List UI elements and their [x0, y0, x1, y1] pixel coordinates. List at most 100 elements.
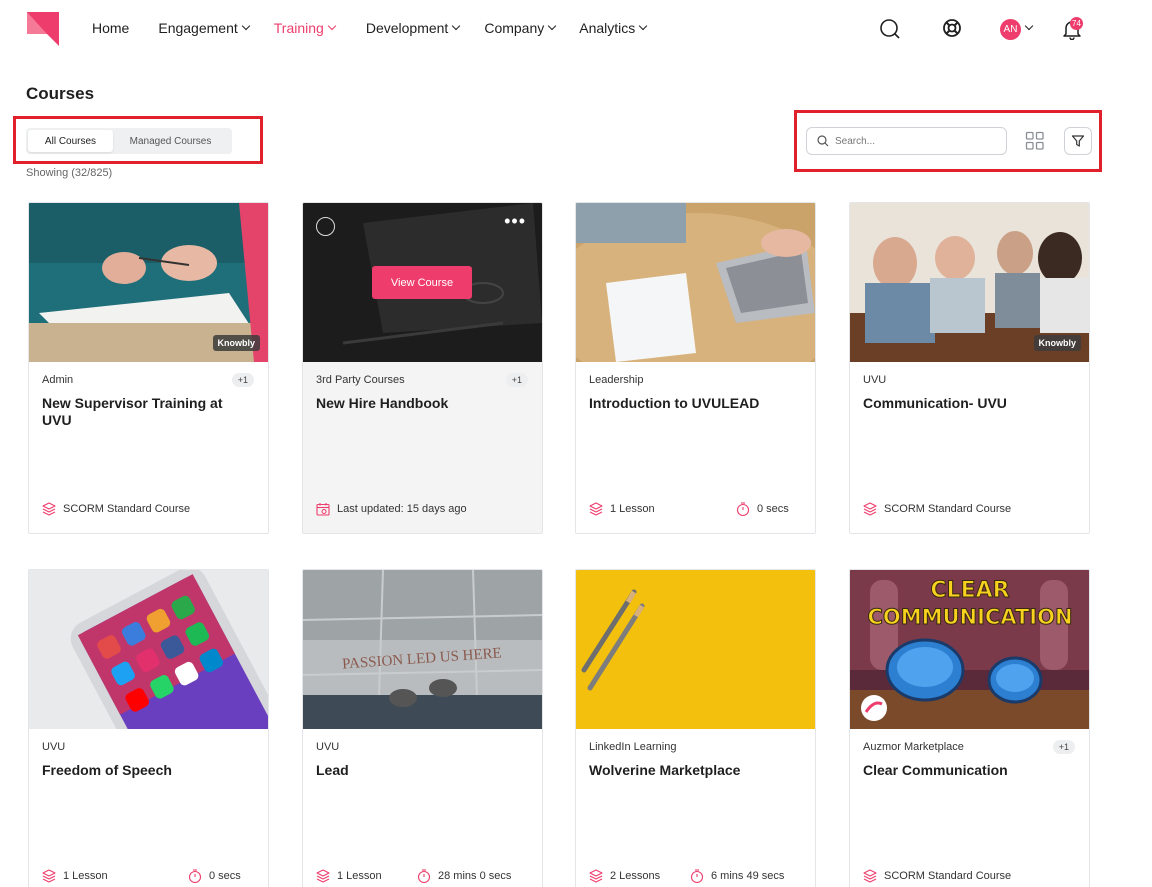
more-options-icon[interactable]: •••	[504, 212, 526, 230]
nav-company[interactable]: Company	[484, 20, 557, 36]
select-checkbox[interactable]	[316, 217, 335, 236]
course-category: Leadership	[589, 374, 644, 386]
duration-label: 6 mins 49 secs	[711, 870, 785, 882]
layers-icon	[316, 869, 330, 883]
main-menu: Home Engagement Training Development Com…	[92, 20, 648, 36]
showing-count: Showing (32/825)	[26, 167, 113, 179]
course-type-label: SCORM Standard Course	[884, 503, 1012, 515]
view-course-button[interactable]: View Course	[372, 266, 472, 299]
grid-view-icon[interactable]	[1025, 131, 1045, 151]
layers-icon	[863, 502, 877, 516]
lesson-count: 1 Lesson	[589, 502, 655, 516]
user-avatar[interactable]: AN	[1000, 19, 1021, 40]
filter-icon	[1071, 135, 1085, 147]
course-title: Clear Communication	[863, 762, 1008, 778]
layers-icon	[42, 502, 56, 516]
course-category: 3rd Party Courses	[316, 374, 405, 386]
extra-category-badge[interactable]: +1	[505, 373, 528, 387]
chevron-down-icon	[327, 21, 337, 31]
notification-count: 74	[1072, 19, 1081, 28]
search-box[interactable]	[806, 127, 1007, 155]
provider-badge: Knowbly	[212, 335, 260, 351]
layers-icon	[863, 869, 877, 883]
app-logo[interactable]	[27, 12, 59, 46]
course-card[interactable]: UVU Freedom of Speech 1 Lesson 0 secs	[28, 569, 269, 887]
course-type: SCORM Standard Course	[42, 502, 190, 516]
course-tabs: All Courses Managed Courses	[26, 128, 232, 154]
provider-badge: Knowbly	[1033, 335, 1081, 351]
nav-analytics[interactable]: Analytics	[579, 20, 648, 36]
nav-development[interactable]: Development	[365, 20, 461, 36]
course-card[interactable]: CLEAR COMMUNICATION Auzmor Marketplace +…	[849, 569, 1090, 887]
course-title: Introduction to UVULEAD	[589, 395, 760, 411]
layers-icon	[589, 502, 603, 516]
last-updated: Last updated: 15 days ago	[316, 502, 467, 516]
course-title: New Hire Handbook	[316, 395, 449, 411]
lesson-count-label: 1 Lesson	[610, 503, 655, 515]
chevron-down-icon[interactable]	[1024, 21, 1034, 31]
lesson-count: 1 Lesson	[42, 869, 108, 883]
duration: 6 mins 49 secs	[690, 869, 784, 883]
course-type-label: SCORM Standard Course	[884, 870, 1012, 882]
search-input[interactable]	[835, 135, 995, 147]
duration: 0 secs	[736, 502, 789, 516]
course-card[interactable]: ••• View Course 3rd Party Courses +1 New…	[302, 202, 543, 534]
page-title: Courses	[26, 84, 95, 103]
course-title: Communication- UVU	[863, 395, 1007, 411]
course-card[interactable]: Leadership Introduction to UVULEAD 1 Les…	[575, 202, 816, 534]
course-thumbnail	[29, 570, 268, 729]
nav-engagement-label: Engagement	[158, 20, 238, 36]
lifebuoy-icon[interactable]	[942, 18, 962, 38]
course-thumbnail	[576, 203, 815, 362]
course-card[interactable]: Knowbly Admin +1 New Supervisor Training…	[28, 202, 269, 534]
course-card[interactable]: LinkedIn Learning Wolverine Marketplace …	[575, 569, 816, 887]
timer-icon	[417, 869, 431, 883]
duration: 28 mins 0 secs	[417, 869, 511, 883]
lesson-count-label: 1 Lesson	[337, 870, 382, 882]
chevron-down-icon	[241, 21, 251, 31]
course-category: Auzmor Marketplace	[863, 741, 964, 753]
thumbnail-title-line2: COMMUNICATION	[867, 605, 1072, 629]
course-card[interactable]: Knowbly UVU Communication- UVU SCORM Sta…	[849, 202, 1090, 534]
course-category: LinkedIn Learning	[589, 741, 677, 753]
filter-button[interactable]	[1064, 127, 1092, 155]
nav-company-label: Company	[484, 20, 545, 36]
tab-all-courses[interactable]: All Courses	[28, 130, 113, 152]
course-category: UVU	[863, 374, 887, 386]
extra-category-badge[interactable]: +1	[1052, 740, 1075, 754]
course-thumbnail: CLEAR COMMUNICATION	[850, 570, 1089, 729]
layers-icon	[42, 869, 56, 883]
search-icon[interactable]	[879, 18, 901, 40]
timer-icon	[690, 869, 704, 883]
nav-engagement[interactable]: Engagement	[158, 20, 251, 36]
course-type: SCORM Standard Course	[863, 502, 1011, 516]
chevron-down-icon	[548, 21, 557, 31]
duration-label: 0 secs	[757, 503, 789, 515]
nav-development-label: Development	[365, 20, 449, 36]
chevron-down-icon	[639, 21, 648, 31]
timer-icon	[188, 869, 202, 883]
course-card[interactable]: PASSION LED US HERE UVU Lead 1 Lesson 28…	[302, 569, 543, 887]
lesson-count-label: 2 Lessons	[610, 870, 661, 882]
course-title: New Supervisor Training at UVU	[42, 395, 223, 428]
layers-icon	[589, 869, 603, 883]
timer-icon	[736, 502, 750, 516]
lesson-count: 2 Lessons	[589, 869, 660, 883]
avatar-initials: AN	[1003, 24, 1018, 35]
top-navigation: Home Engagement Training Development Com…	[0, 0, 1152, 58]
search-icon	[817, 135, 829, 147]
extra-category-badge[interactable]: +1	[231, 373, 254, 387]
nav-training[interactable]: Training	[273, 20, 337, 36]
nav-home-label: Home	[92, 20, 130, 36]
nav-home[interactable]: Home	[92, 20, 129, 36]
course-thumbnail: ••• View Course	[303, 203, 542, 362]
nav-training-label: Training	[273, 20, 324, 36]
tab-managed-courses[interactable]: Managed Courses	[113, 130, 228, 152]
notification-badge: 74	[1070, 17, 1083, 30]
course-category: UVU	[316, 741, 340, 753]
duration-label: 28 mins 0 secs	[438, 870, 512, 882]
course-title: Wolverine Marketplace	[589, 762, 741, 778]
last-updated-label: Last updated: 15 days ago	[337, 503, 467, 515]
course-thumbnail: PASSION LED US HERE	[303, 570, 542, 729]
course-category: Admin	[42, 374, 74, 386]
